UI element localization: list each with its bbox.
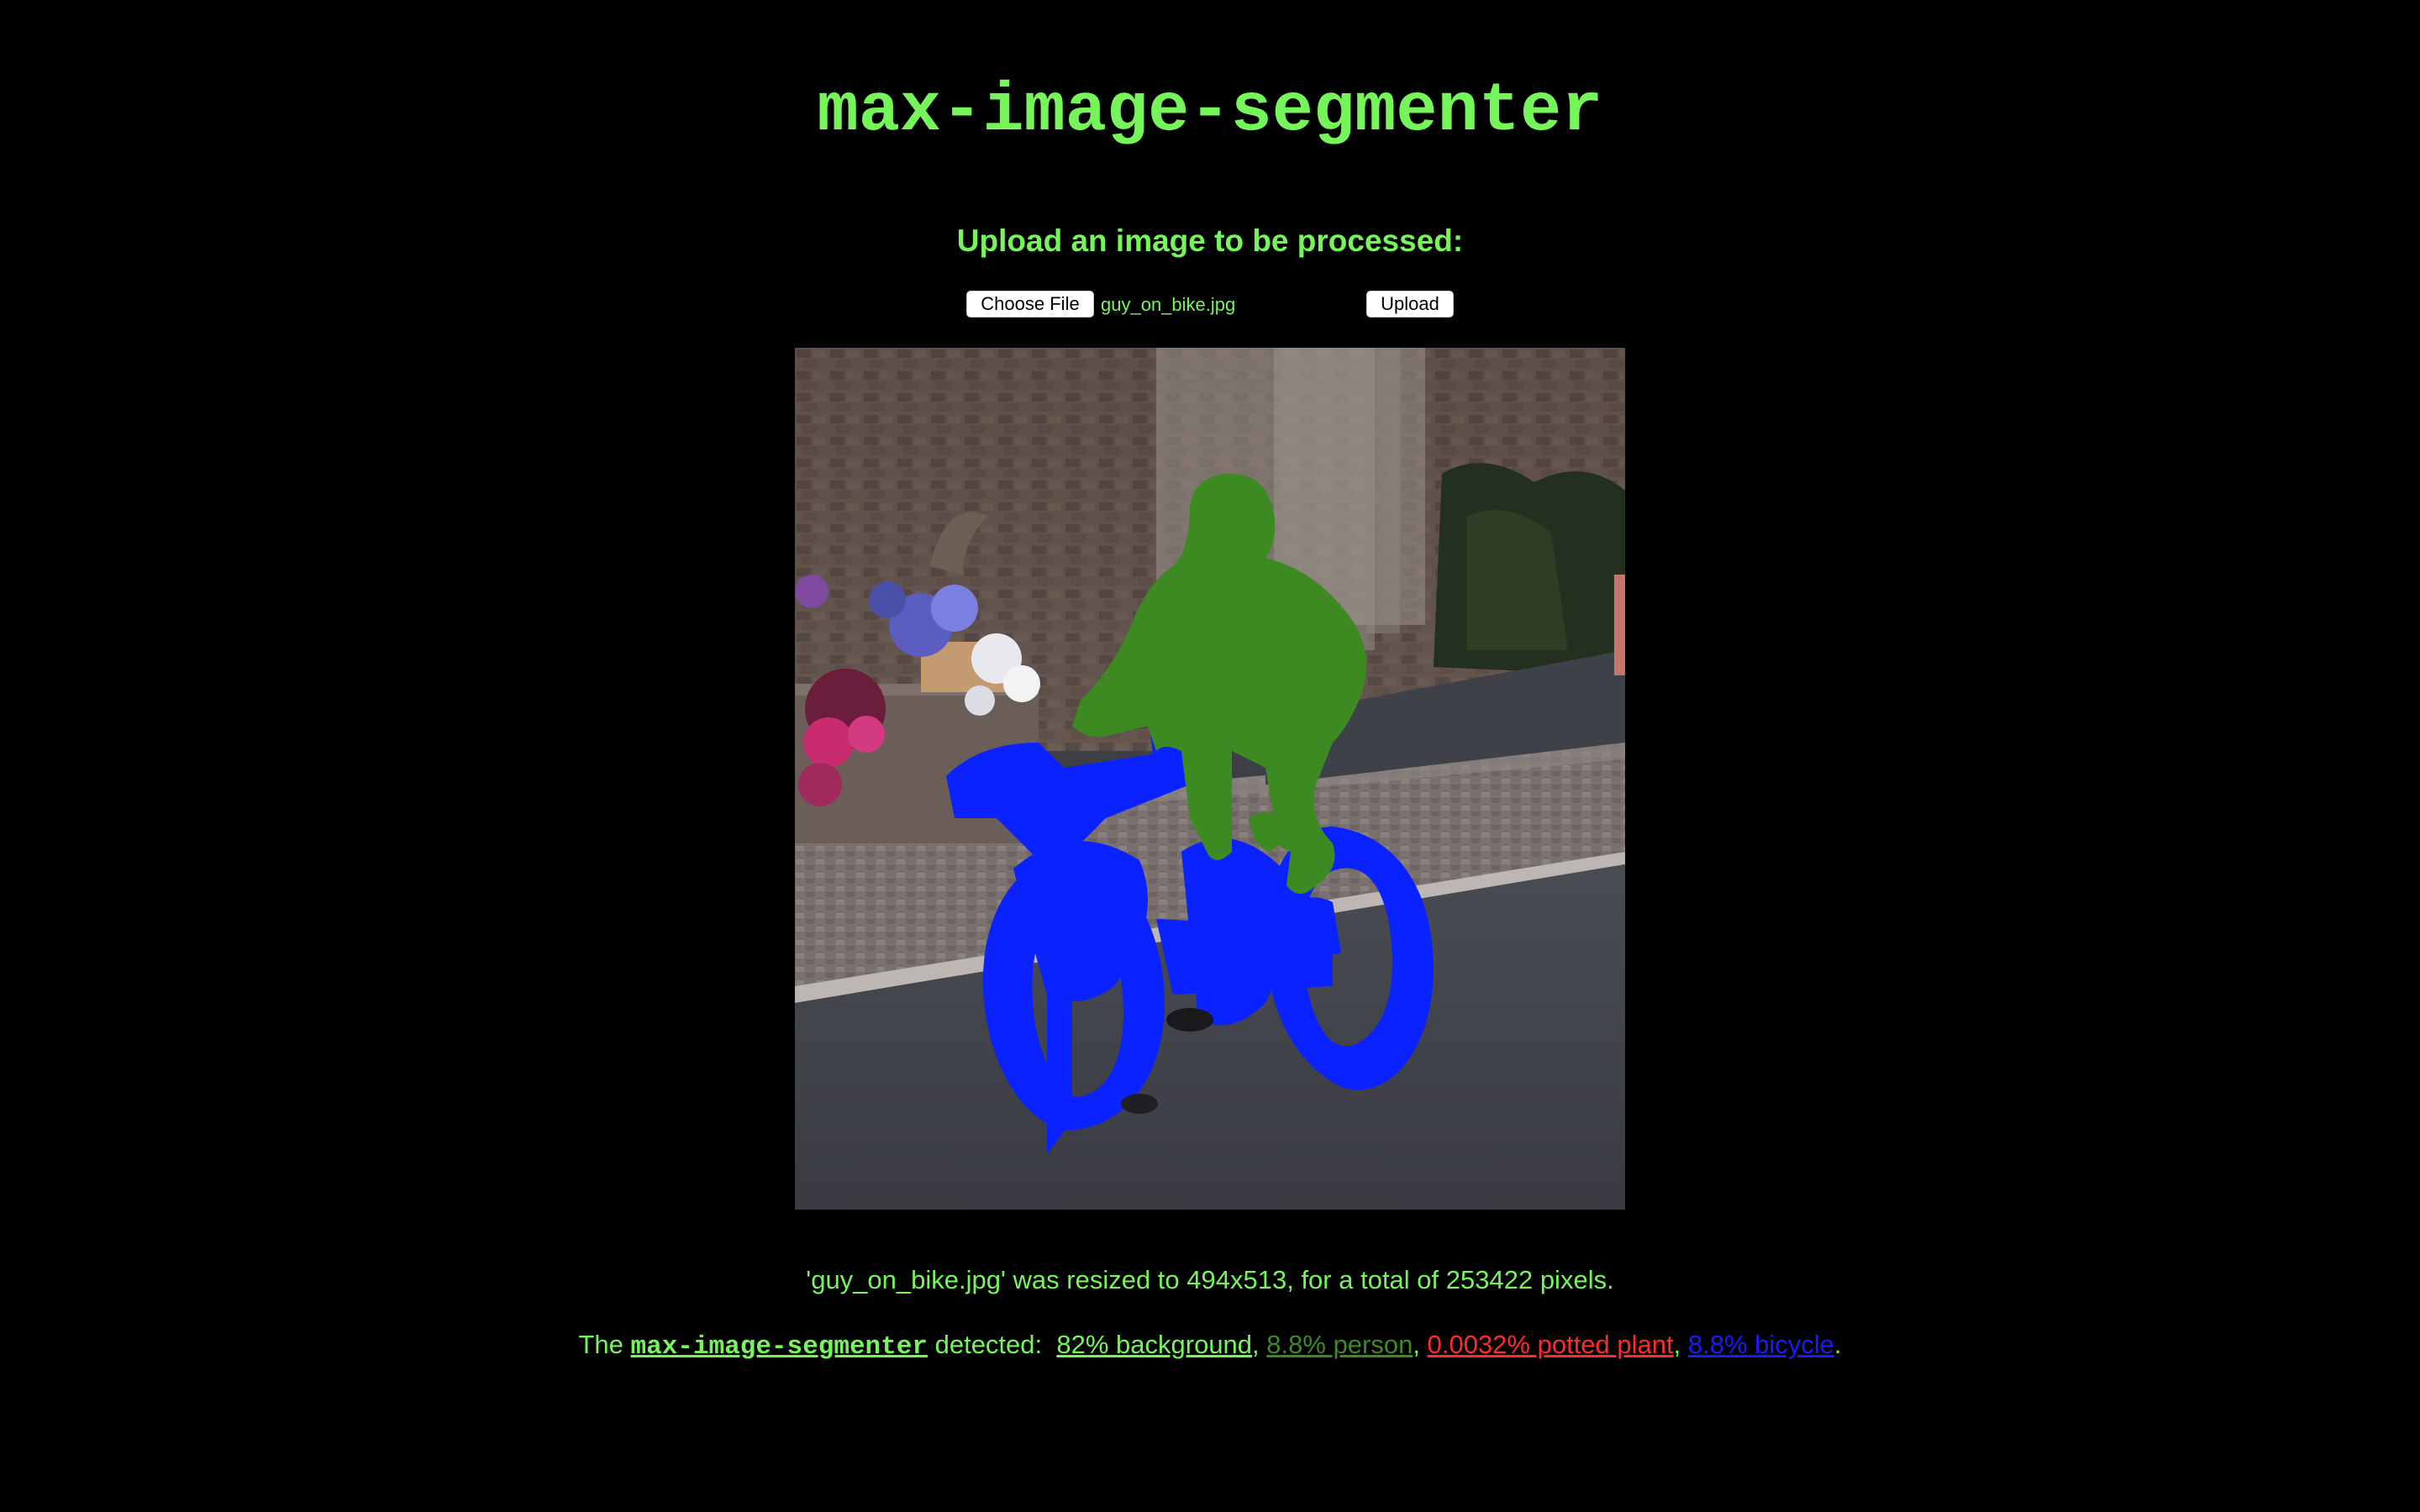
detection-summary: The max-image-segmenter detected: 82% ba… — [0, 1327, 2420, 1365]
selected-file-name: guy_on_bike.jpg — [1101, 294, 1236, 315]
choose-file-button[interactable]: Choose File — [966, 291, 1094, 318]
model-link[interactable]: max-image-segmenter — [631, 1332, 928, 1362]
upload-button[interactable]: Upload — [1366, 291, 1454, 318]
page-title: max-image-segmenter — [817, 72, 1603, 150]
segmented-image — [795, 348, 1625, 1210]
class-separator: , — [1673, 1330, 1681, 1359]
detect-prefix: The — [578, 1330, 623, 1359]
class-separator: . — [1833, 1330, 1842, 1359]
upload-form: Choose File guy_on_bike.jpg Upload — [966, 291, 1454, 319]
class-separator: , — [1413, 1330, 1420, 1359]
upload-heading: Upload an image to be processed: — [956, 223, 1464, 258]
class-link-background[interactable]: 82% background — [1056, 1330, 1252, 1359]
class-separator: , — [1252, 1330, 1260, 1359]
resize-message: 'guy_on_bike.jpg' was resized to 494x513… — [806, 1265, 1614, 1294]
class-link-potted-plant[interactable]: 0.0032% potted plant — [1428, 1330, 1674, 1359]
class-link-bicycle[interactable]: 8.8% bicycle — [1688, 1330, 1834, 1359]
detect-middle: detected: — [934, 1330, 1043, 1359]
class-link-person[interactable]: 8.8% person — [1266, 1330, 1413, 1359]
